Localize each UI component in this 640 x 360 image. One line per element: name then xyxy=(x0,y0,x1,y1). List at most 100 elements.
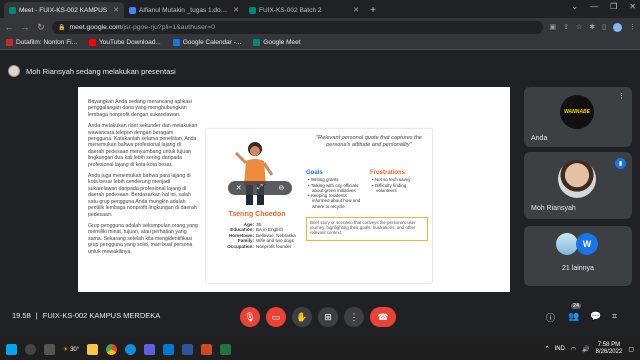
tab-docx[interactable]: Alfianul Mutakin _tugas 1.docx - ✕ xyxy=(124,2,244,18)
persona-card: ✕ ⤢ ⊖ Tsering Choedon Age: 35 Education: B… xyxy=(206,129,432,283)
participant-tile-self[interactable]: WANNABE ⋮ Anda xyxy=(524,87,632,147)
presenter-banner: Moh Riansyah sedang melakukan presentasi xyxy=(8,62,632,80)
fullscreen-icon[interactable]: ⤢ xyxy=(257,184,263,192)
raise-hand-button[interactable]: ✋ xyxy=(292,307,312,327)
persona-name: Tsering Choedon xyxy=(228,211,286,218)
goal-item: • Talking with city officials about gree… xyxy=(308,182,359,193)
windows-taskbar: ☀ 30° ^ IND ◠ 🔊 7:58 PM 8/26/2022 ▢ xyxy=(0,338,640,360)
bookmark-label: Dutafilm: Nonton Fi... xyxy=(16,39,78,46)
camera-off-button[interactable]: ▭ xyxy=(266,307,286,327)
bookmark-dutafilm[interactable]: Dutafilm: Nonton Fi... xyxy=(6,39,77,46)
close-tab-icon[interactable]: ✕ xyxy=(113,6,119,14)
present-button[interactable]: ⊞ xyxy=(318,307,338,327)
browser-toolbar: ← → ↻ 🔒 meet.google.com/jsr-pgoe-rju?pli… xyxy=(0,18,640,36)
clock-date: 8/26/2022 xyxy=(595,349,623,355)
bookmark-label: YouTube Download... xyxy=(99,39,161,46)
chrome-icon[interactable] xyxy=(106,343,118,355)
reload-icon[interactable]: ↻ xyxy=(36,22,46,33)
goal-item: • Keeping residents informed about how a… xyxy=(308,193,361,209)
wifi-icon[interactable]: ◠ xyxy=(571,346,576,353)
persona-frustrations: Frustrations • Not so tech savvy • Diffi… xyxy=(370,170,428,193)
weather-widget[interactable]: ☀ 30° xyxy=(63,346,79,353)
meeting-info: 19.58 | FUIX-KS-002 KAMPUS MERDEKA xyxy=(12,311,160,320)
tile-name: 21 lainnya xyxy=(562,265,594,272)
info-separator: | xyxy=(35,311,38,320)
new-tab-button[interactable]: + xyxy=(366,5,380,16)
chat-icon[interactable]: 💬 xyxy=(590,311,601,322)
more-vert-icon: ⋮ xyxy=(349,311,359,322)
language-indicator[interactable]: IND xyxy=(555,346,565,352)
mail-icon[interactable] xyxy=(163,343,175,355)
powerpoint-icon[interactable] xyxy=(201,343,213,355)
notification-icon[interactable]: ▢ xyxy=(628,346,634,353)
menu-icon[interactable]: ⋮ xyxy=(629,23,636,31)
search-icon[interactable] xyxy=(25,343,36,355)
docs-favicon xyxy=(129,6,136,14)
slide-paragraph: Grup pengguna adalah sekumpulan orang ya… xyxy=(88,222,198,255)
participant-tile-presenter[interactable]: ▮ Moh Riansyah xyxy=(524,152,632,219)
close-window-icon[interactable]: ✕ xyxy=(629,2,636,11)
maximize-icon[interactable]: ❐ xyxy=(610,2,617,11)
star-icon[interactable]: ☆ xyxy=(576,23,582,31)
info-icon[interactable]: ⓘ xyxy=(546,311,555,324)
slide-paragraph: Bayangkan Anda sedang merancang aplikasi… xyxy=(88,99,192,118)
close-tab-icon[interactable]: ✕ xyxy=(353,6,359,14)
word-icon[interactable] xyxy=(182,343,194,355)
chevron-down-icon[interactable]: ⌄ xyxy=(571,2,578,11)
meeting-name: FUIX-KS-002 KAMPUS MERDEKA xyxy=(42,311,161,320)
hand-icon: ✋ xyxy=(296,311,308,322)
extension-icon[interactable]: ✱ xyxy=(589,23,595,31)
presenter-photo xyxy=(558,160,596,198)
bookmark-youtube-download[interactable]: YouTube Download... xyxy=(89,39,161,46)
clock[interactable]: 7:58 PM 8/26/2022 xyxy=(596,342,623,356)
clock-time: 7:58 PM xyxy=(597,342,621,348)
minus-icon[interactable]: ⊖ xyxy=(278,184,284,192)
participant-tile-others[interactable]: W 21 lainnya xyxy=(524,226,632,286)
minimize-icon[interactable]: — xyxy=(590,2,598,11)
tab-batch[interactable]: FUIX-KS-002 Batch 2 ✕ xyxy=(244,2,364,18)
windows-start-icon[interactable] xyxy=(6,343,17,355)
presented-slide: Bayangkan Anda sedang merancang aplikasi… xyxy=(78,87,510,292)
self-avatar: WANNABE xyxy=(560,95,594,129)
bookmark-google-meet[interactable]: Google Meet xyxy=(253,39,301,46)
frustrations-title: Frustrations xyxy=(370,170,406,176)
fact-key: Occupation: xyxy=(227,243,254,249)
persona-illustration xyxy=(234,142,274,205)
back-icon[interactable]: ← xyxy=(4,22,14,32)
chevron-up-icon[interactable]: ^ xyxy=(546,346,549,352)
sidepanel-icon[interactable]: ▯ xyxy=(602,23,606,31)
share-icon[interactable]: ⇪ xyxy=(563,23,569,31)
file-explorer-icon[interactable] xyxy=(87,343,99,355)
activities-icon[interactable]: ⌗ xyxy=(612,311,617,322)
edge-icon[interactable] xyxy=(125,343,137,355)
mic-off-icon: ⋮ xyxy=(618,93,625,100)
mic-off-button[interactable]: 🎙 xyxy=(240,307,260,327)
profile-avatar[interactable] xyxy=(613,22,622,32)
task-view-icon[interactable] xyxy=(44,343,55,355)
bookmarks-bar: Dutafilm: Nonton Fi... YouTube Download.… xyxy=(0,36,640,50)
tab-meet[interactable]: Meet - FUIX-KS-002 KAMPUS ✕ xyxy=(4,2,124,18)
dutafilm-icon xyxy=(6,39,13,46)
slide-body-text: Bayangkan Anda sedang merancang aplikasi… xyxy=(88,99,198,260)
persona-goals: Goals • Writing grants • Talking with ci… xyxy=(306,170,364,209)
close-icon[interactable]: ✕ xyxy=(236,184,242,192)
slide-paragraph: Anda melakukan riset sekunder dan melaku… xyxy=(88,123,198,168)
meet-icon xyxy=(253,39,261,46)
address-bar[interactable]: 🔒 meet.google.com/jsr-pgoe-rju?pli=1&aut… xyxy=(52,20,544,34)
tab-label: FUIX-KS-002 Batch 2 xyxy=(259,6,322,14)
camera-indicator-icon[interactable]: ▣ xyxy=(549,23,556,31)
people-icon[interactable]: 👥 xyxy=(568,311,579,322)
more-options-button[interactable]: ⋮ xyxy=(344,307,364,327)
meet-favicon xyxy=(9,6,16,14)
forward-icon[interactable]: → xyxy=(20,22,30,32)
persona-brief: Brief story or scenario that conveys the… xyxy=(306,217,428,241)
bookmark-google-calendar[interactable]: Google Calendar -... xyxy=(172,39,241,46)
participant-count-badge: 24 xyxy=(571,303,582,309)
store-icon[interactable] xyxy=(144,343,156,355)
excel-icon[interactable] xyxy=(220,343,232,355)
leave-call-button[interactable]: ☎ xyxy=(370,307,396,327)
persona-facts: Age: 35 Education: BA in English Hometown:… xyxy=(210,222,305,249)
tab-label: Alfianul Mutakin _tugas 1.docx - xyxy=(139,6,231,14)
volume-icon[interactable]: 🔊 xyxy=(582,346,589,353)
close-tab-icon[interactable]: ✕ xyxy=(233,6,239,14)
